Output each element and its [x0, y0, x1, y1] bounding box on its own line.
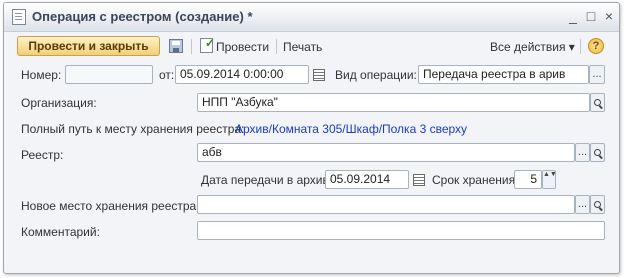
operation-type-label: Вид операции: [335, 68, 417, 82]
window-title: Операция с реестром (создание) * [32, 9, 253, 24]
organization-label: Организация: [21, 96, 97, 110]
storage-path-label: Полный путь к месту хранения реестра: [21, 122, 245, 136]
print-button[interactable]: Печать [283, 40, 322, 54]
new-location-search-button[interactable] [590, 195, 605, 214]
registry-label: Реестр: [21, 148, 64, 162]
post-and-close-button[interactable]: Провести и закрыть [17, 36, 160, 56]
maximize-button[interactable]: □ [583, 8, 599, 24]
calendar-icon[interactable] [313, 69, 325, 81]
title-bar: Операция с реестром (создание) * _ □ × [4, 3, 619, 32]
document-icon [12, 9, 26, 25]
number-field[interactable] [65, 65, 153, 84]
save-icon[interactable] [169, 39, 183, 53]
all-actions-menu[interactable]: Все действия ▾ [490, 40, 575, 54]
toolbar-separator [191, 39, 192, 54]
number-label: Номер: [21, 68, 62, 82]
organization-field[interactable]: НПП "Азбука" [197, 93, 590, 112]
toolbar-separator [580, 39, 581, 54]
post-icon[interactable] [200, 36, 215, 53]
comment-field[interactable] [197, 221, 605, 240]
comment-label: Комментарий: [21, 225, 100, 239]
archive-date-field[interactable]: 05.09.2014 [325, 170, 409, 189]
retention-stepper[interactable]: ▲▼ [542, 170, 557, 189]
search-icon [594, 201, 601, 208]
retention-label: Срок хранения: [432, 173, 519, 187]
operation-type-field[interactable]: Передача реестра в арив [418, 65, 589, 84]
post-button[interactable]: Провести [216, 40, 269, 54]
select-operation-button[interactable]: ... [589, 65, 605, 84]
registry-field[interactable]: абв [197, 143, 575, 162]
storage-path-link[interactable]: Архив/Комната 305/Шкаф/Полка 3 сверху [235, 122, 467, 136]
close-button[interactable]: × [601, 8, 617, 24]
new-location-label: Новое место хранения реестра: [21, 199, 200, 213]
date-field[interactable]: 05.09.2014 0:00:00 [175, 65, 309, 84]
registry-select-button[interactable]: ... [575, 143, 590, 162]
toolbar-separator [276, 39, 277, 54]
search-icon [594, 99, 601, 106]
new-location-select-button[interactable]: ... [575, 195, 590, 214]
registry-search-button[interactable] [590, 143, 605, 162]
new-location-field[interactable] [197, 195, 575, 214]
from-label: от: [159, 68, 175, 82]
archive-date-label: Дата передачи в архив: [201, 173, 333, 187]
organization-search-button[interactable] [590, 93, 605, 112]
search-icon [594, 149, 601, 156]
minimize-button[interactable]: _ [565, 8, 581, 24]
calendar-icon[interactable] [413, 174, 425, 186]
toolbar: Провести и закрыть Провести Печать Все д… [4, 32, 619, 60]
retention-field[interactable]: 5 [514, 170, 542, 189]
help-icon[interactable]: ? [588, 38, 604, 54]
operation-window: Операция с реестром (создание) * _ □ × П… [3, 2, 620, 274]
